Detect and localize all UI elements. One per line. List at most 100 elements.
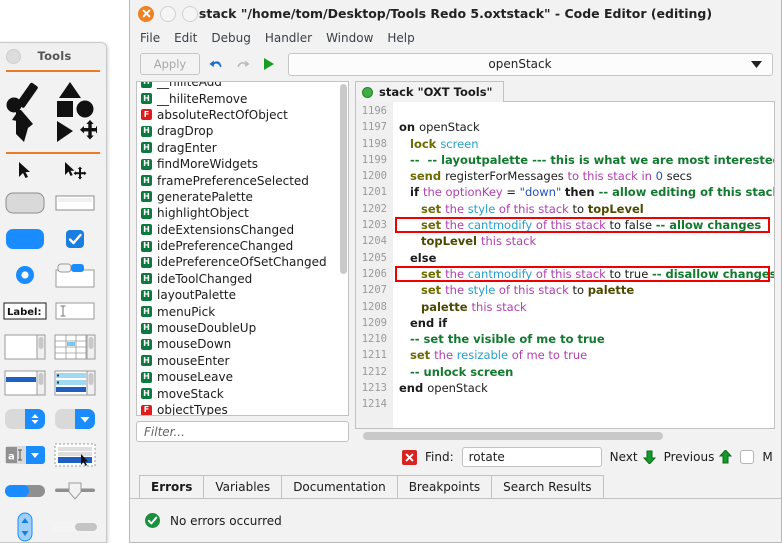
label-widget[interactable]: Label: (0, 293, 50, 329)
tab-search-results[interactable]: Search Results (491, 475, 604, 498)
code-editor-window[interactable]: stack "/home/tom/Desktop/Tools Redo 5.ox… (129, 0, 782, 543)
shapes-tool[interactable] (50, 73, 100, 151)
horizontal-scrollbar-widget[interactable] (50, 509, 100, 542)
brush-tool[interactable] (0, 73, 50, 151)
tools-palette-titlebar[interactable]: Tools (0, 43, 106, 69)
code-line[interactable]: set the style of this stack to topLevel (393, 201, 774, 217)
handler-select-dropdown[interactable]: openStack (288, 52, 773, 76)
window-titlebar[interactable]: stack "/home/tom/Desktop/Tools Redo 5.ox… (130, 0, 781, 27)
tab-stack-oxt-tools[interactable]: stack "OXT Tools" (355, 81, 504, 102)
handler-list-item[interactable]: HframePreferenceSelected (137, 172, 348, 188)
handler-list-item[interactable]: HgeneratePalette (137, 189, 348, 205)
vertical-scrollbar-widget[interactable] (0, 509, 50, 542)
table-widget[interactable] (50, 329, 100, 365)
handler-list-scrollbar[interactable] (340, 84, 347, 274)
handler-list-item[interactable]: HidePreferenceOfSetChanged (137, 254, 348, 270)
handler-list-item[interactable]: H __hiliteAdd (137, 82, 348, 90)
radio-button-widget[interactable] (0, 257, 50, 293)
tab-breakpoints[interactable]: Breakpoints (396, 475, 493, 498)
tab-documentation[interactable]: Documentation (281, 475, 398, 498)
menu-item-debug[interactable]: Debug (211, 31, 250, 45)
code-line[interactable] (393, 103, 774, 119)
handler-list-item[interactable]: HmoveStack (137, 385, 348, 401)
menu-item-window[interactable]: Window (326, 31, 373, 45)
slider-knob-widget[interactable] (50, 473, 100, 509)
handler-list-item[interactable]: HfindMoreWidgets (137, 156, 348, 172)
handler-list-item[interactable]: HmouseDoubleUp (137, 320, 348, 336)
text-field-widget[interactable] (50, 293, 100, 329)
handler-list[interactable]: H __hiliteAdd H __hiliteRemove FabsoluteRect… (136, 81, 349, 416)
code-line[interactable]: -- unlock screen (393, 364, 774, 380)
toolbar[interactable]: Apply openStack (130, 49, 781, 79)
tab-errors[interactable]: Errors (139, 475, 205, 498)
bottom-tabstrip[interactable]: Errors Variables Documentation Breakpoints S… (130, 472, 781, 498)
list-widget[interactable] (0, 365, 50, 401)
code-horizontal-scrollbar-thumb[interactable] (363, 431, 663, 440)
close-icon[interactable] (138, 5, 154, 22)
handler-list-item[interactable]: HmouseDown (137, 336, 348, 352)
minimize-icon[interactable] (160, 5, 176, 22)
match-case-checkbox[interactable] (740, 450, 755, 464)
handler-list-item[interactable]: HideExtensionsChanged (137, 222, 348, 238)
handler-list-item[interactable]: HlayoutPalette (137, 287, 348, 303)
handler-list-item[interactable]: HmenuPick (137, 303, 348, 319)
filter-input[interactable]: Filter... (136, 421, 349, 442)
handler-list-item[interactable]: FobjectTypes (137, 402, 348, 415)
code-line[interactable] (393, 396, 774, 412)
combo-box-widget[interactable]: a (0, 437, 50, 473)
menu-item-file[interactable]: File (140, 31, 160, 45)
find-next-button[interactable]: Next (610, 450, 656, 464)
checkbox-widget[interactable] (50, 221, 100, 257)
handler-list-item[interactable]: FabsoluteRectOfObject (137, 107, 348, 123)
code-line[interactable]: set the resizable of me to true (393, 347, 774, 363)
handler-list-item[interactable]: H __hiliteRemove (137, 90, 348, 106)
code-line[interactable]: end openStack (393, 380, 774, 396)
rounded-button-widget[interactable] (0, 185, 50, 221)
handler-list-item[interactable]: HmouseLeave (137, 369, 348, 385)
tab-variables[interactable]: Variables (203, 475, 283, 498)
code-line[interactable]: send registerForMessages to this stack i… (393, 168, 774, 184)
multi-column-list-widget[interactable] (50, 365, 100, 401)
code-line[interactable]: topLevel this stack (393, 233, 774, 249)
code-line[interactable]: else (393, 250, 774, 266)
find-input[interactable]: rotate (461, 447, 602, 467)
menu-item-edit[interactable]: Edit (174, 31, 197, 45)
pointer-move-tool[interactable] (50, 155, 100, 185)
code-lines[interactable]: on openStack lock screen -- -- layoutpalet… (393, 102, 774, 428)
code-line[interactable]: on openStack (393, 119, 774, 135)
code-line[interactable]: -- set the visible of me to true (393, 331, 774, 347)
maximize-icon[interactable] (182, 5, 198, 22)
menu-item-handler[interactable]: Handler (265, 31, 312, 45)
handler-list-item[interactable]: HdragEnter (137, 140, 348, 156)
code-line-highlighted[interactable]: set the cantmodify of this stack to true… (393, 265, 774, 283)
find-bar[interactable]: Find: rotate Next Previous M (130, 442, 781, 472)
blue-button-widget[interactable] (0, 221, 50, 257)
code-line[interactable]: end if (393, 315, 774, 331)
tab-panel-widget[interactable] (50, 257, 100, 293)
code-line[interactable]: -- -- layoutpalette --- this is what we … (393, 152, 774, 168)
selection-list-widget[interactable] (50, 437, 100, 473)
handler-list-item[interactable]: HidePreferenceChanged (137, 238, 348, 254)
up-arrow-icon[interactable] (719, 450, 733, 464)
code-horizontal-scrollbar[interactable] (355, 429, 775, 442)
code-text-area[interactable]: 1196 1197 1198 1199 1200 1201 1202 1203 1204 1205… (355, 102, 775, 429)
redo-arrow-icon[interactable] (232, 53, 252, 75)
run-play-icon[interactable] (258, 53, 278, 75)
handler-list-item[interactable]: HdragDrop (137, 123, 348, 139)
apply-button[interactable]: Apply (140, 53, 200, 75)
scrolling-field-widget[interactable] (0, 329, 50, 365)
code-line[interactable]: set the style of this stack to palette (393, 282, 774, 298)
handler-list-item[interactable]: HhighlightObject (137, 205, 348, 221)
chevron-down-icon[interactable] (751, 60, 772, 68)
tools-palette-window[interactable]: Tools Label: a (0, 42, 107, 543)
menubar[interactable]: File Edit Debug Handler Window Help (130, 27, 781, 49)
handler-list-item[interactable]: HmouseEnter (137, 353, 348, 369)
down-arrow-icon[interactable] (642, 450, 656, 464)
option-menu-widget[interactable] (50, 401, 100, 437)
toggle-switch-widget[interactable] (0, 473, 50, 509)
code-line[interactable]: if the optionKey = "down" then -- allow … (393, 184, 774, 200)
code-line[interactable]: lock screen (393, 136, 774, 152)
code-line[interactable]: palette this stack (393, 299, 774, 315)
pointer-tool[interactable] (0, 155, 50, 185)
find-previous-button[interactable]: Previous (664, 450, 733, 464)
